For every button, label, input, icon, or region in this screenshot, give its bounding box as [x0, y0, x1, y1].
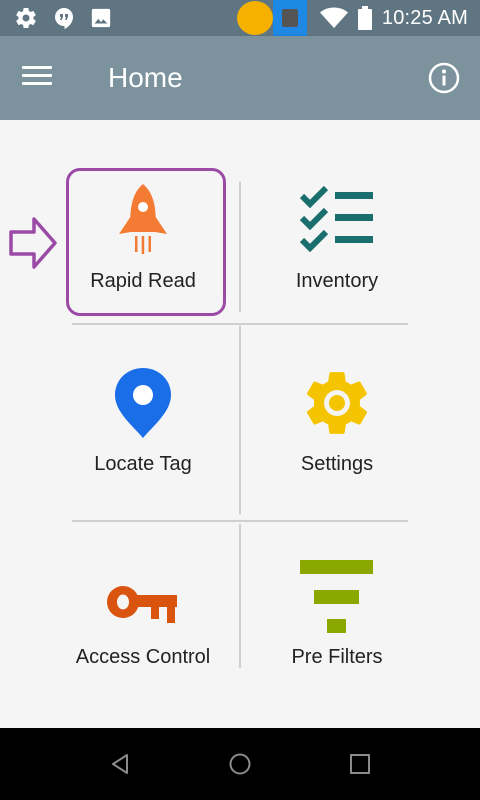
tile-label: Locate Tag — [94, 453, 192, 475]
status-bar-notifications — [14, 6, 112, 30]
status-bar: 10:25 AM — [0, 0, 480, 36]
tile-label: Pre Filters — [291, 646, 383, 668]
tile-inventory[interactable]: Inventory — [256, 172, 418, 322]
status-time: 10:25 AM — [381, 6, 468, 29]
tile-label: Access Control — [75, 646, 211, 668]
status-bar-system: 10:25 AM — [319, 0, 468, 36]
tile-locate-tag[interactable]: Locate Tag — [62, 360, 224, 510]
wifi-icon — [319, 7, 348, 28]
tile-label: Settings — [300, 453, 374, 475]
tile-settings[interactable]: Settings — [256, 360, 418, 510]
home-grid: Rapid Read Inventory Locate Tag Settings — [0, 120, 480, 728]
tile-access-control[interactable]: Access Control — [62, 550, 224, 700]
hangouts-icon — [55, 8, 73, 29]
image-icon — [91, 8, 111, 28]
app-bar: Home — [0, 36, 480, 120]
pointer-arrow-icon — [9, 217, 57, 269]
gear-icon — [16, 8, 36, 29]
grid-divider — [239, 326, 241, 514]
key-icon — [107, 586, 177, 623]
home-icon[interactable] — [228, 752, 252, 776]
battery-icon — [357, 6, 372, 30]
notification-badge-icon — [237, 1, 273, 35]
grid-divider — [239, 182, 241, 312]
grid-divider — [72, 323, 408, 325]
checklist-icon — [299, 186, 373, 252]
app-notification-icon — [273, 0, 307, 36]
navigation-bar — [0, 728, 480, 800]
filter-icon — [300, 560, 373, 633]
grid-divider — [239, 524, 241, 668]
tile-label: Inventory — [295, 270, 379, 292]
tile-label: Rapid Read — [90, 270, 196, 292]
rocket-icon — [119, 184, 167, 254]
gear-icon — [307, 372, 367, 434]
hamburger-menu-icon[interactable] — [22, 62, 62, 94]
recents-icon[interactable] — [348, 752, 372, 776]
location-pin-icon — [115, 368, 171, 438]
tile-pre-filters[interactable]: Pre Filters — [256, 550, 418, 700]
info-icon[interactable] — [428, 62, 460, 94]
back-icon[interactable] — [108, 752, 132, 776]
grid-divider — [72, 520, 408, 522]
page-title: Home — [108, 62, 183, 93]
tile-rapid-read[interactable]: Rapid Read — [62, 172, 224, 322]
